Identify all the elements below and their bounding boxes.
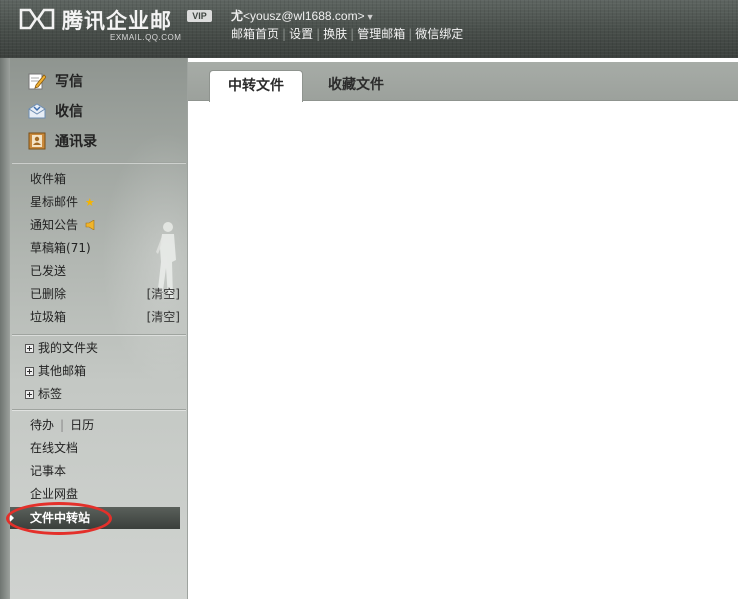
draft-count: (71) [66, 241, 91, 255]
folder-starred[interactable]: 星标邮件 ★ [30, 192, 180, 212]
brand-domain: EXMAIL.QQ.COM [110, 33, 182, 42]
link-admin-mailbox[interactable]: 管理邮箱 [357, 27, 405, 41]
contacts-label: 通讯录 [55, 134, 97, 150]
folder-label: 星标邮件 [30, 195, 79, 209]
write-mail-button[interactable]: 写信 [28, 70, 83, 92]
star-icon: ★ [84, 196, 95, 209]
tree-label: 我的文件夹 [38, 341, 99, 355]
link-change-skin[interactable]: 换肤 [323, 27, 347, 41]
file-transfer-label: 文件中转站 [30, 511, 91, 525]
top-links: 邮箱首页 | 设置 | 换肤 | 管理邮箱 | 微信绑定 [231, 27, 464, 41]
sidebar-divider [12, 334, 186, 335]
folder-deleted[interactable]: 已删除 [清空] [30, 284, 180, 304]
folder-spam[interactable]: 垃圾箱 [清空] [30, 307, 180, 327]
tree-label: 标签 [38, 387, 63, 401]
tree-other-mailboxes[interactable]: 其他邮箱 [25, 361, 86, 381]
sidebar-edge [0, 58, 10, 599]
calendar-link[interactable]: 日历 [70, 418, 94, 432]
exmail-logo-icon[interactable] [19, 7, 55, 31]
todo-link[interactable]: 待办 [30, 418, 54, 432]
folder-notices[interactable]: 通知公告 [30, 215, 180, 235]
sidebar: 写信 收信 通讯录 收件箱 星标邮件 ★ 通知公告 草稿箱(71) 已发送 已删… [0, 58, 188, 599]
main-content: 中转文件 收藏文件 [188, 58, 738, 599]
tool-label: 企业网盘 [30, 487, 79, 501]
user-name: 尤 [231, 9, 244, 23]
tab-favorite-files[interactable]: 收藏文件 [306, 70, 406, 100]
tab-transfer-files[interactable]: 中转文件 [209, 70, 303, 102]
contacts-icon [28, 132, 46, 150]
contacts-button[interactable]: 通讯录 [28, 130, 97, 152]
folder-label: 收件箱 [30, 172, 67, 186]
clear-deleted-link[interactable]: [清空] [147, 284, 180, 304]
receive-mail-button[interactable]: 收信 [28, 100, 83, 122]
expand-plus-icon[interactable] [25, 366, 34, 376]
account-menu[interactable]: 尤<yousz@wl1688.com>▼ [231, 7, 375, 24]
chevron-down-icon[interactable]: ▼ [366, 12, 375, 22]
sidebar-divider [12, 162, 186, 163]
tree-my-folders[interactable]: 我的文件夹 [25, 338, 98, 358]
brand-name[interactable]: 腾讯企业邮 [62, 5, 172, 35]
expand-plus-icon[interactable] [25, 343, 34, 353]
tool-online-docs[interactable]: 在线文档 [30, 438, 180, 458]
clear-spam-link[interactable]: [清空] [147, 307, 180, 327]
inbox-label: 收信 [55, 104, 83, 120]
tab-bar: 中转文件 收藏文件 [188, 62, 738, 102]
folder-sent[interactable]: 已发送 [30, 261, 180, 281]
tool-netdisk[interactable]: 企业网盘 [30, 484, 180, 504]
tree-tags[interactable]: 标签 [25, 384, 62, 404]
folder-label: 已发送 [30, 264, 67, 278]
folder-label: 已删除 [30, 287, 67, 301]
folder-label: 通知公告 [30, 218, 79, 232]
link-mail-home[interactable]: 邮箱首页 [231, 27, 279, 41]
tool-file-transfer-selected[interactable]: 文件中转站 [10, 507, 180, 529]
todo-calendar-row: 待办 | 日历 [30, 418, 95, 432]
folder-inbox[interactable]: 收件箱 [30, 169, 180, 189]
sidebar-divider [12, 409, 186, 410]
tool-label: 在线文档 [30, 441, 79, 455]
header-bar: 腾讯企业邮 EXMAIL.QQ.COM VIP 尤<yousz@wl1688.c… [0, 0, 738, 58]
inbox-icon [28, 103, 46, 119]
link-settings[interactable]: 设置 [289, 27, 313, 41]
link-wechat-bind[interactable]: 微信绑定 [415, 27, 463, 41]
write-label: 写信 [55, 74, 83, 90]
folder-drafts[interactable]: 草稿箱(71) [30, 238, 180, 258]
megaphone-icon [85, 219, 95, 231]
vip-badge: VIP [187, 10, 212, 22]
selected-marker-icon [10, 514, 14, 522]
tool-notepad[interactable]: 记事本 [30, 461, 180, 481]
user-email: <yousz@wl1688.com> [243, 9, 365, 23]
folder-label: 草稿箱 [30, 241, 67, 255]
write-icon [28, 73, 46, 90]
tree-label: 其他邮箱 [38, 364, 87, 378]
expand-plus-icon[interactable] [25, 389, 34, 399]
tool-label: 记事本 [30, 464, 67, 478]
folder-label: 垃圾箱 [30, 310, 67, 324]
